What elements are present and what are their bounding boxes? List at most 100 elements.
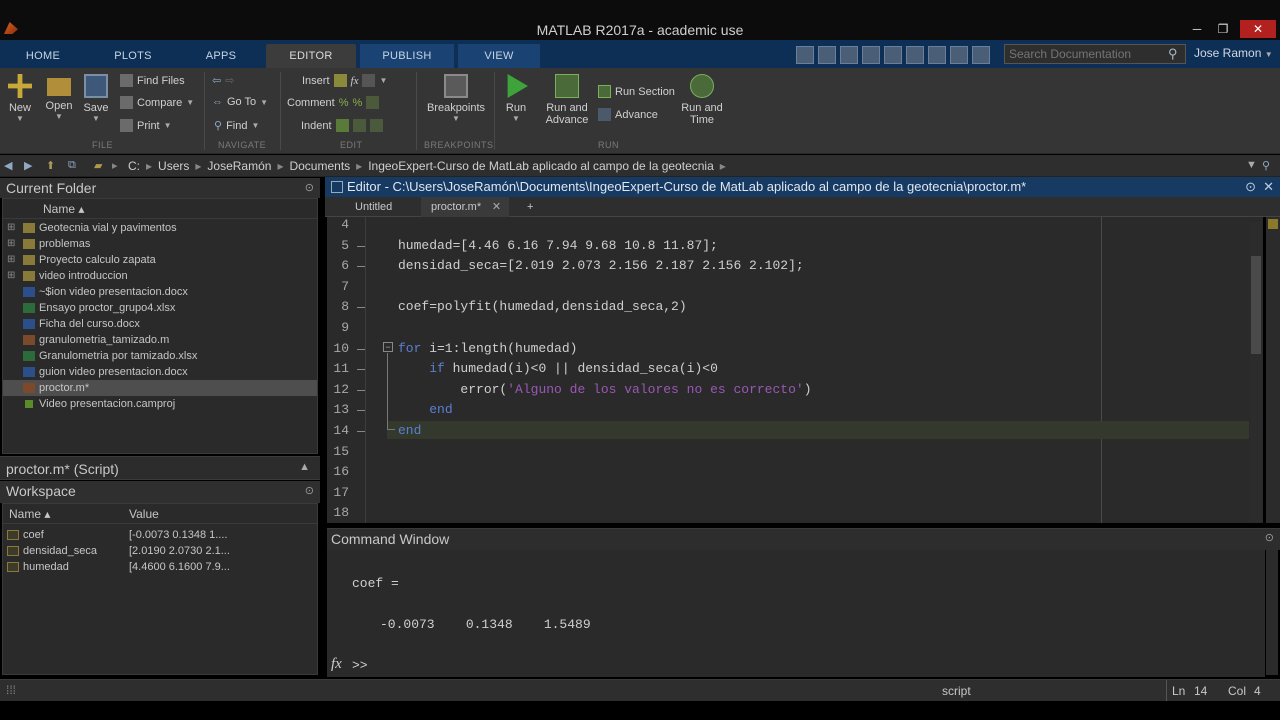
- command-scrollbar[interactable]: [1266, 550, 1278, 675]
- editor-menu-icon[interactable]: ⊙: [1245, 177, 1256, 197]
- breakpoints-button[interactable]: Breakpoints ▼: [426, 74, 486, 123]
- tab-apps[interactable]: APPS: [182, 44, 260, 68]
- list-item[interactable]: granulometria_tamizado.m: [3, 332, 317, 348]
- list-item[interactable]: ⊞ problemas: [3, 236, 317, 252]
- search-icon[interactable]: ⚲: [1168, 46, 1178, 62]
- forward-icon[interactable]: ▶: [24, 159, 32, 172]
- executable-line-marker[interactable]: [357, 307, 365, 309]
- comment-button[interactable]: Comment%%: [287, 96, 380, 109]
- executable-line-marker[interactable]: [357, 369, 365, 371]
- details-panel-header[interactable]: proctor.m* (Script) ▲: [0, 456, 320, 480]
- indent-button[interactable]: Indent: [301, 119, 383, 132]
- open-button[interactable]: Open ▼: [44, 74, 74, 121]
- editor-scroll-thumb[interactable]: [1251, 256, 1261, 354]
- executable-line-marker[interactable]: [357, 431, 365, 432]
- panel-menu-icon[interactable]: ⊙: [305, 178, 314, 198]
- find-button[interactable]: ⚲ Find ▼: [214, 119, 259, 133]
- close-button[interactable]: ✕: [1240, 20, 1276, 38]
- switch-windows-icon[interactable]: [950, 46, 968, 64]
- expand-icon[interactable]: ⊞: [7, 252, 15, 268]
- table-row[interactable]: densidad_seca [2.0190 2.0730 2.1...: [3, 543, 317, 559]
- list-item[interactable]: proctor.m*: [3, 380, 317, 396]
- function-browser-icon[interactable]: fx: [331, 656, 342, 673]
- crumb-drive[interactable]: C:: [128, 159, 140, 173]
- code-editor[interactable]: 4 5 humedad=[4.46 6.16 7.94 9.68 10.8 11.8…: [327, 217, 1263, 523]
- command-window[interactable]: coef = -0.0073 0.1348 1.5489 fx >>: [327, 550, 1265, 677]
- add-tab-button[interactable]: +: [517, 197, 543, 217]
- help-icon[interactable]: [972, 46, 990, 64]
- list-item[interactable]: Video presentacion.camproj: [3, 396, 317, 412]
- expand-icon[interactable]: ⊞: [7, 268, 15, 284]
- tab-view[interactable]: VIEW: [458, 44, 540, 68]
- editor-scrollbar[interactable]: [1250, 222, 1262, 522]
- list-item[interactable]: ⊞ video introduccion: [3, 268, 317, 284]
- panel-menu-icon[interactable]: ⊙: [1265, 531, 1274, 544]
- name-column-header[interactable]: Name ▴: [3, 199, 317, 219]
- restore-button[interactable]: ❐: [1212, 20, 1234, 38]
- list-item[interactable]: guion video presentacion.docx: [3, 364, 317, 380]
- advance-button[interactable]: Advance: [598, 108, 658, 121]
- path-search-icon[interactable]: ⚲: [1262, 159, 1270, 172]
- cut-icon[interactable]: [840, 46, 858, 64]
- back-forward-button[interactable]: ⇦ ⇨: [212, 74, 234, 87]
- crumb-documents[interactable]: Documents: [289, 159, 350, 173]
- redo-icon[interactable]: [928, 46, 946, 64]
- table-row[interactable]: coef [-0.0073 0.1348 1....: [3, 527, 317, 543]
- copy-icon[interactable]: [862, 46, 880, 64]
- run-button[interactable]: Run ▼: [500, 74, 532, 123]
- executable-line-marker[interactable]: [357, 348, 365, 350]
- crumb-course-folder[interactable]: IngeoExpert-Curso de MatLab aplicado al …: [368, 159, 714, 173]
- layout-icon[interactable]: [796, 46, 814, 64]
- workspace-value-col[interactable]: Value: [129, 507, 159, 521]
- command-prompt[interactable]: >>: [352, 658, 368, 673]
- list-item[interactable]: Ficha del curso.docx: [3, 316, 317, 332]
- panel-menu-icon[interactable]: ⊙: [305, 481, 314, 501]
- run-and-advance-button[interactable]: Run and Advance: [544, 74, 590, 126]
- browse-folder-icon[interactable]: ⧉: [68, 159, 76, 172]
- warning-indicator-icon[interactable]: [1268, 219, 1278, 229]
- table-row[interactable]: humedad [4.4600 6.1600 7.9...: [3, 559, 317, 575]
- executable-line-marker[interactable]: [357, 245, 365, 247]
- insert-button[interactable]: Insert fx ▼: [302, 74, 387, 87]
- editor-tab-untitled[interactable]: Untitled: [345, 197, 402, 217]
- crumb-users[interactable]: Users: [158, 159, 189, 173]
- minimize-button[interactable]: ─: [1186, 20, 1208, 38]
- tab-close-icon[interactable]: ✕: [492, 197, 501, 217]
- expand-icon[interactable]: ⊞: [7, 236, 15, 252]
- back-icon[interactable]: ◀: [4, 159, 12, 172]
- fold-toggle-icon[interactable]: −: [383, 342, 393, 352]
- search-documentation-input[interactable]: [1004, 44, 1186, 64]
- user-menu[interactable]: Jose Ramon ▼: [1194, 46, 1273, 60]
- tab-publish[interactable]: PUBLISH: [360, 44, 454, 68]
- find-files-button[interactable]: Find Files: [120, 74, 185, 87]
- executable-line-marker[interactable]: [357, 389, 365, 391]
- executable-line-marker[interactable]: [357, 410, 365, 412]
- editor-close-icon[interactable]: ✕: [1263, 177, 1274, 197]
- run-section-button[interactable]: Run Section: [598, 85, 675, 98]
- expand-icon[interactable]: ⊞: [7, 220, 15, 236]
- list-item[interactable]: ⊞ Proyecto calculo zapata: [3, 252, 317, 268]
- tab-home[interactable]: HOME: [14, 44, 72, 68]
- go-to-button[interactable]: ⇔ Go To ▼: [212, 96, 268, 108]
- up-folder-icon[interactable]: ⬆: [46, 159, 55, 172]
- save-quick-icon[interactable]: [818, 46, 836, 64]
- list-item[interactable]: ⊞ Geotecnia vial y pavimentos: [3, 220, 317, 236]
- undo-icon[interactable]: [906, 46, 924, 64]
- print-button[interactable]: Print ▼: [120, 119, 172, 132]
- save-button[interactable]: Save ▼: [82, 74, 110, 123]
- list-item[interactable]: ~$ion video presentacion.docx: [3, 284, 317, 300]
- workspace-name-col[interactable]: Name ▴: [9, 507, 50, 521]
- run-and-time-button[interactable]: Run and Time: [680, 74, 724, 126]
- crumb-user[interactable]: JoseRamón: [207, 159, 271, 173]
- new-button[interactable]: New ▼: [6, 74, 34, 123]
- editor-tab-proctor[interactable]: proctor.m* ✕: [421, 197, 510, 217]
- collapse-icon[interactable]: ▲: [299, 461, 310, 473]
- compare-button[interactable]: Compare ▼: [120, 96, 194, 109]
- paste-icon[interactable]: [884, 46, 902, 64]
- tab-editor[interactable]: EDITOR: [266, 44, 356, 68]
- executable-line-marker[interactable]: [357, 266, 365, 268]
- list-item[interactable]: Ensayo proctor_grupo4.xlsx: [3, 300, 317, 316]
- tab-plots[interactable]: PLOTS: [96, 44, 170, 68]
- list-item[interactable]: Granulometria por tamizado.xlsx: [3, 348, 317, 364]
- path-dropdown-icon[interactable]: ▼: [1246, 159, 1257, 171]
